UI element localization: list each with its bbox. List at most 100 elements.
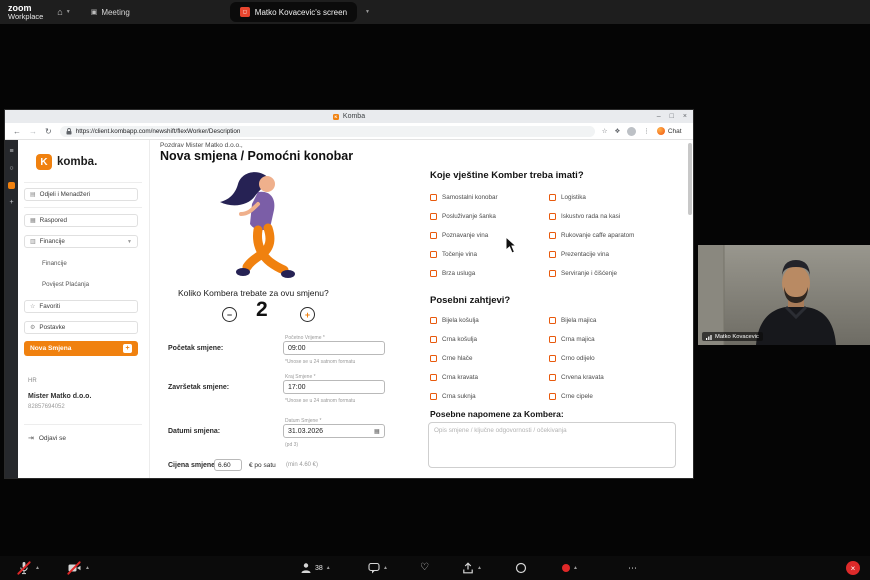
star-icon: ☆ xyxy=(30,303,35,310)
browser-profile-avatar[interactable] xyxy=(627,127,636,136)
start-time-label: Početak smjene: xyxy=(168,345,223,352)
checkbox[interactable] xyxy=(430,194,437,201)
checkbox[interactable] xyxy=(430,374,437,381)
participants-button[interactable]: 38 ▲ xyxy=(300,556,331,580)
zoom-bottom-toolbar: ▲ ▲ 38 ▲ ▲ xyxy=(0,556,870,580)
logout-button[interactable]: ⇥ Odjavi se xyxy=(28,434,66,442)
menu-icon[interactable]: ≡ xyxy=(9,148,13,155)
app-sidebar: K komba. ▤ Odjeli i Menadžeri ▦ Raspored… xyxy=(18,140,150,478)
checkbox[interactable] xyxy=(549,232,556,239)
recording-chevron-icon[interactable]: ▲ xyxy=(573,565,578,571)
checkbox-label: Brza usluga xyxy=(442,270,475,277)
more-options-button[interactable]: ⋯ xyxy=(628,556,638,580)
share-chevron-icon[interactable]: ▲ xyxy=(477,565,482,571)
participants-chevron-icon[interactable]: ▲ xyxy=(326,565,331,571)
mute-button[interactable]: ▲ xyxy=(16,556,40,580)
zoom-top-bar: zoom Workplace ⌂ ▼ ▣ Meeting ◻ Matko Kov… xyxy=(0,0,870,24)
new-shift-button[interactable]: Nova Smjena + xyxy=(24,341,138,356)
decrease-count-button[interactable]: − xyxy=(222,307,237,322)
maximize-icon[interactable]: □ xyxy=(670,113,674,120)
recording-indicator[interactable]: ▲ xyxy=(562,556,578,580)
end-time-input[interactable] xyxy=(283,380,385,394)
notes-textarea[interactable] xyxy=(428,422,676,468)
recording-active-icon xyxy=(562,564,570,572)
skills-column-1: Samostalni konobar Posluživanje šanka Po… xyxy=(430,188,498,283)
checkbox[interactable] xyxy=(549,336,556,343)
checkbox[interactable] xyxy=(549,194,556,201)
checkbox[interactable] xyxy=(430,317,437,324)
page-title: Nova smjena / Pomoćni konobar xyxy=(160,149,353,163)
share-screen-icon xyxy=(462,562,474,574)
shift-date-input[interactable] xyxy=(283,424,385,438)
komba-app-icon[interactable] xyxy=(8,182,15,189)
checkbox[interactable] xyxy=(549,213,556,220)
chat-chevron-icon[interactable]: ▲ xyxy=(383,565,388,571)
checkbox-label: Serviranje i čišćenje xyxy=(561,270,617,277)
sidebar-subitem-payment-history[interactable]: Povijest Plaćanja xyxy=(42,281,89,288)
document-icon: ▥ xyxy=(30,238,36,245)
reactions-button[interactable]: ♡ xyxy=(420,556,429,580)
price-input[interactable] xyxy=(214,459,242,471)
tab-meeting[interactable]: ▣ Meeting xyxy=(91,8,130,17)
komba-favicon: K xyxy=(333,114,339,120)
sidebar-subitem-finances[interactable]: Financije xyxy=(42,260,67,267)
checkbox-label: Iskustvo rada na kasi xyxy=(561,213,620,220)
checkbox[interactable] xyxy=(549,374,556,381)
country-code: HR xyxy=(28,378,37,384)
checkbox-label: Crna kravata xyxy=(442,374,478,381)
share-screen-button[interactable]: ▲ xyxy=(462,556,482,580)
back-icon[interactable]: ← xyxy=(13,127,21,136)
checkbox[interactable] xyxy=(430,232,437,239)
tab-screen-share[interactable]: ◻ Matko Kovacevic's screen xyxy=(230,2,357,22)
chat-button[interactable]: ▲ xyxy=(368,556,388,580)
add-icon[interactable]: + xyxy=(9,199,13,206)
minimize-icon[interactable]: – xyxy=(657,113,661,120)
stop-video-button[interactable]: ▲ xyxy=(66,556,90,580)
video-options-chevron-icon[interactable]: ▲ xyxy=(85,565,90,571)
window-controls: – □ × xyxy=(657,110,687,123)
page-scrollbar[interactable] xyxy=(688,143,692,215)
checkbox[interactable] xyxy=(430,270,437,277)
checkbox[interactable] xyxy=(430,393,437,400)
start-time-input[interactable] xyxy=(283,341,385,355)
audio-options-chevron-icon[interactable]: ▲ xyxy=(35,565,40,571)
skill-row: Rukovanje caffe aparatom xyxy=(549,226,634,245)
close-icon[interactable]: × xyxy=(683,113,687,120)
checkbox[interactable] xyxy=(549,355,556,362)
checkbox[interactable] xyxy=(430,251,437,258)
sidebar-item-departments[interactable]: ▤ Odjeli i Menadžeri xyxy=(24,188,138,201)
reload-icon[interactable]: ↻ xyxy=(45,127,52,136)
participant-name: Matko Kovacevic xyxy=(715,334,759,340)
komba-logo-text: komba. xyxy=(57,156,97,168)
shared-browser-window: K Komba – □ × ← → ↻ https://client.komba… xyxy=(5,110,693,478)
calendar-icon[interactable]: ▦ xyxy=(374,428,380,435)
checkbox[interactable] xyxy=(549,393,556,400)
checkbox[interactable] xyxy=(430,336,437,343)
sidebar-item-favorites[interactable]: ☆ Favoriti xyxy=(24,300,138,313)
checkbox[interactable] xyxy=(430,213,437,220)
checkbox[interactable] xyxy=(549,270,556,277)
forward-icon[interactable]: → xyxy=(29,127,37,136)
tab-options-chevron-icon[interactable]: ▼ xyxy=(365,9,370,15)
skill-row: Prezentacije vina xyxy=(549,245,634,264)
sidebar-item-label: Favoriti xyxy=(39,303,60,310)
home-menu-button[interactable]: ⌂ ▼ xyxy=(57,7,70,17)
record-button[interactable] xyxy=(515,556,527,580)
increase-count-button[interactable]: + xyxy=(300,307,315,322)
workplace-logo-text: Workplace xyxy=(8,13,43,21)
requirement-row: Crna suknja xyxy=(430,387,479,406)
leave-meeting-button[interactable]: × xyxy=(846,561,860,575)
participant-video-tile[interactable]: Matko Kovacevic xyxy=(698,245,870,345)
extensions-icon[interactable]: ❖ xyxy=(615,127,621,135)
sidebar-item-finances[interactable]: ▥ Financije ▼ xyxy=(24,235,138,248)
search-icon[interactable]: ○ xyxy=(9,165,13,172)
sidebar-item-settings[interactable]: ⚙ Postavke xyxy=(24,321,138,334)
checkbox[interactable] xyxy=(549,317,556,324)
more-vert-icon[interactable]: ⋮ xyxy=(643,127,650,135)
checkbox[interactable] xyxy=(430,355,437,362)
bookmark-star-icon[interactable]: ☆ xyxy=(602,127,608,135)
checkbox[interactable] xyxy=(549,251,556,258)
chat-extension-button[interactable]: Chat xyxy=(657,127,682,135)
address-bar[interactable]: https://client.kombapp.com/newshift/flex… xyxy=(60,126,595,137)
sidebar-item-schedule[interactable]: ▦ Raspored xyxy=(24,214,138,227)
